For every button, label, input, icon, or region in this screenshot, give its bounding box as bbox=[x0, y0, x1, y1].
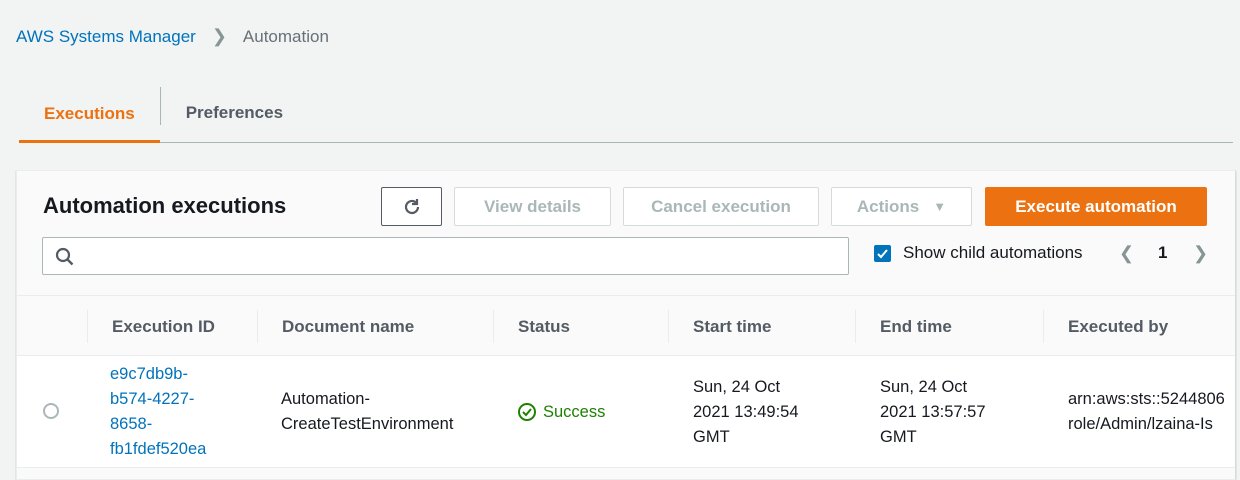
actions-dropdown[interactable]: Actions ▼ bbox=[831, 187, 972, 226]
caret-down-icon: ▼ bbox=[933, 199, 947, 214]
refresh-button[interactable] bbox=[381, 187, 442, 226]
column-status[interactable]: Status bbox=[493, 296, 570, 357]
executed-by: arn:aws:sts::5244806 role/Admin/lzaina-Is bbox=[1068, 390, 1225, 433]
breadcrumb: AWS Systems Manager ❯ Automation bbox=[16, 26, 329, 47]
tab-bar: Executions Preferences bbox=[19, 84, 1233, 143]
chevron-right-icon: ❯ bbox=[211, 26, 227, 46]
tab-executions[interactable]: Executions bbox=[19, 84, 160, 143]
previous-page-button[interactable]: ❮ bbox=[1119, 243, 1134, 264]
automation-executions-panel: Automation executions View details Cance… bbox=[16, 170, 1236, 480]
page-number[interactable]: 1 bbox=[1158, 243, 1167, 263]
column-end-time[interactable]: End time bbox=[855, 296, 952, 357]
breadcrumb-systems-manager[interactable]: AWS Systems Manager bbox=[16, 27, 196, 47]
table-row: e9c7db9b-b574-4227- 8658- fb1fdef520ea Aut… bbox=[17, 356, 1235, 468]
end-time: Sun, 24 Oct 2021 13:57:57 GMT bbox=[880, 377, 986, 446]
column-execution-id[interactable]: Execution ID bbox=[87, 296, 215, 357]
search-input[interactable] bbox=[42, 237, 849, 275]
row-select-radio[interactable] bbox=[43, 403, 59, 419]
start-time: Sun, 24 Oct 2021 13:49:54 GMT bbox=[693, 377, 799, 446]
show-child-automations-label: Show child automations bbox=[903, 243, 1083, 262]
column-document-name[interactable]: Document name bbox=[257, 296, 414, 357]
status-text: Success bbox=[543, 402, 606, 421]
next-page-button[interactable]: ❯ bbox=[1193, 243, 1208, 264]
table-header: Execution ID Document name Status Start … bbox=[17, 295, 1235, 357]
actions-label: Actions bbox=[856, 196, 920, 216]
execute-automation-button[interactable]: Execute automation bbox=[985, 187, 1207, 226]
breadcrumb-current: Automation bbox=[242, 26, 329, 46]
search-icon bbox=[55, 247, 74, 266]
execution-id-link[interactable]: e9c7db9b-b574-4227- 8658- fb1fdef520ea bbox=[110, 356, 206, 468]
success-check-circle-icon bbox=[518, 403, 536, 421]
tab-preferences[interactable]: Preferences bbox=[161, 84, 308, 142]
view-details-button[interactable]: View details bbox=[454, 187, 611, 226]
refresh-icon bbox=[404, 198, 419, 214]
document-name: Automation- CreateTestEnvironment bbox=[281, 390, 454, 433]
cancel-execution-button[interactable]: Cancel execution bbox=[623, 187, 819, 226]
column-start-time[interactable]: Start time bbox=[668, 296, 771, 357]
column-executed-by[interactable]: Executed by bbox=[1043, 296, 1168, 357]
show-child-automations-checkbox[interactable] bbox=[874, 245, 891, 262]
status-cell: Success bbox=[517, 356, 605, 468]
panel-title: Automation executions bbox=[43, 193, 287, 218]
check-icon bbox=[877, 249, 888, 259]
